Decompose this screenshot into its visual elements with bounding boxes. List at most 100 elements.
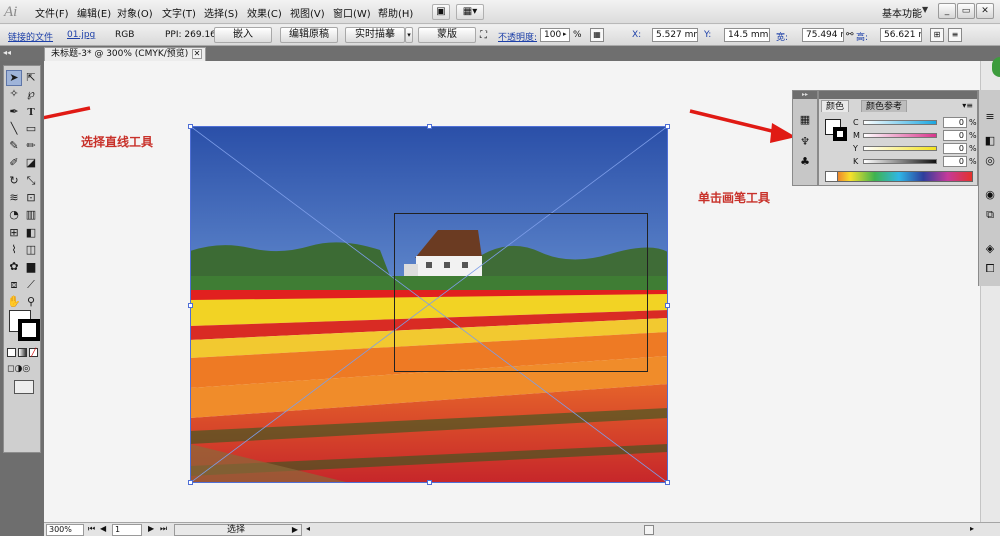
blob-brush-tool-icon[interactable]: ✐ — [6, 155, 22, 171]
x-input[interactable]: 5.527 mm — [652, 28, 698, 42]
minimize-button[interactable]: _ — [938, 3, 956, 19]
warp-tool-icon[interactable]: ≋ — [6, 190, 22, 206]
eyedropper-tool-icon[interactable]: ⌇ — [6, 242, 22, 258]
direct-selection-tool-icon[interactable]: ⇱ — [23, 70, 39, 86]
none-swatch-icon[interactable] — [826, 172, 838, 181]
reference-point-icon[interactable]: ▦ — [590, 28, 604, 42]
menu-view[interactable]: 视图(V) — [290, 5, 325, 20]
color-mode-icon[interactable] — [7, 348, 16, 357]
menu-file[interactable]: 文件(F) — [35, 5, 69, 20]
paintbrush-tool-icon[interactable]: ✎ — [6, 138, 22, 154]
gradient-mode-icon[interactable] — [18, 348, 27, 357]
trace-preset-dropdown[interactable]: ▾ — [405, 27, 413, 43]
transform-icon[interactable]: ⊞ — [930, 28, 944, 42]
live-trace-button[interactable]: 实时描摹 — [345, 27, 405, 43]
stroke-color-swatch[interactable] — [18, 319, 40, 341]
shape-builder-tool-icon[interactable]: ◔ — [6, 207, 22, 223]
next-page-icon[interactable]: ▶ — [148, 524, 154, 533]
chevron-right-icon[interactable]: ▸ — [563, 30, 567, 38]
tab-color[interactable]: 颜色 — [821, 100, 850, 112]
chevron-down-icon[interactable]: ▼ — [922, 5, 928, 14]
constrain-proportions-icon[interactable]: ⚯ — [846, 30, 854, 40]
embed-button[interactable]: 嵌入 — [214, 27, 272, 43]
height-input[interactable]: 56.621 mm — [880, 28, 922, 42]
menu-object[interactable]: 对象(O) — [117, 5, 153, 20]
restore-button[interactable]: ▭ — [957, 3, 975, 19]
yellow-input[interactable]: 0 — [943, 143, 967, 154]
scroll-left-icon[interactable]: ◂ — [306, 524, 310, 533]
magenta-slider[interactable] — [863, 133, 937, 138]
yellow-slider[interactable] — [863, 146, 937, 151]
width-input[interactable]: 75.494 mm — [802, 28, 844, 42]
scale-tool-icon[interactable]: ⤡ — [23, 173, 39, 189]
screen-mode-icon[interactable] — [14, 380, 34, 394]
hand-tool-icon[interactable]: ✋ — [6, 294, 22, 310]
bridge-icon[interactable]: ▣ — [432, 4, 450, 20]
menu-window[interactable]: 窗口(W) — [333, 5, 371, 20]
cyan-input[interactable]: 0 — [943, 117, 967, 128]
black-slider[interactable] — [863, 159, 937, 164]
gradient-tool-icon[interactable]: ◧ — [23, 225, 39, 241]
rectangle-tool-icon[interactable]: ▭ — [23, 121, 39, 137]
horizontal-scroll-thumb[interactable] — [644, 525, 654, 535]
menu-effect[interactable]: 效果(C) — [247, 5, 282, 20]
symbol-sprayer-tool-icon[interactable]: ✿ — [6, 259, 22, 275]
resize-handle-top[interactable] — [427, 124, 432, 129]
panel-menu-icon[interactable]: ≡ — [948, 28, 962, 42]
last-page-icon[interactable]: ⏭ — [160, 524, 167, 534]
cyan-slider[interactable] — [863, 120, 937, 125]
stroke-color-swatch[interactable] — [833, 127, 847, 141]
transparency-panel-icon[interactable]: ◎ — [983, 154, 997, 168]
workspace-switcher[interactable]: 基本功能 — [882, 5, 922, 20]
menu-select[interactable]: 选择(S) — [204, 5, 238, 20]
brushes-icon[interactable]: ♆ — [798, 135, 812, 149]
magenta-input[interactable]: 0 — [943, 130, 967, 141]
appearance-panel-icon[interactable]: ◉ — [983, 188, 997, 202]
mesh-tool-icon[interactable]: ⊞ — [6, 225, 22, 241]
black-input[interactable]: 0 — [943, 156, 967, 167]
graphic-styles-panel-icon[interactable]: ⧉ — [983, 208, 997, 222]
first-page-icon[interactable]: ⏮ — [88, 524, 95, 534]
resize-handle-top-right[interactable] — [665, 124, 670, 129]
scroll-right-icon[interactable]: ▸ — [970, 524, 974, 533]
chevron-right-icon[interactable]: ▶ — [292, 525, 298, 535]
symbols-icon[interactable]: ♣ — [798, 155, 812, 169]
close-button[interactable]: ✕ — [976, 3, 994, 19]
close-icon[interactable]: ✕ — [192, 49, 202, 59]
current-tool-status[interactable]: 选择 ▶ — [174, 524, 302, 536]
slice-tool-icon[interactable]: ⟋ — [23, 277, 39, 293]
y-input[interactable]: 14.5 mm — [724, 28, 770, 42]
collapse-icon[interactable]: ▸▸ — [793, 91, 817, 99]
pencil-tool-icon[interactable]: ✏ — [23, 138, 39, 154]
color-spectrum-bar[interactable] — [825, 171, 973, 182]
mask-button[interactable]: 蒙版 — [418, 27, 476, 43]
perspective-grid-tool-icon[interactable]: ▥ — [23, 207, 39, 223]
pen-tool-icon[interactable]: ✒ — [6, 104, 22, 120]
previous-page-icon[interactable]: ◀ — [100, 524, 106, 533]
swatches-icon[interactable]: ▦ — [798, 113, 812, 127]
magic-wand-tool-icon[interactable]: ✧ — [6, 86, 22, 102]
resize-handle-bottom-left[interactable] — [188, 480, 193, 485]
opacity-label[interactable]: 不透明度: — [498, 30, 537, 43]
linked-file-link[interactable]: 链接的文件 — [8, 30, 53, 43]
free-transform-tool-icon[interactable]: ⊡ — [23, 190, 39, 206]
resize-handle-top-left[interactable] — [188, 124, 193, 129]
gradient-panel-icon[interactable]: ◧ — [983, 134, 997, 148]
resize-handle-right[interactable] — [665, 303, 670, 308]
zoom-level-select[interactable]: 300% — [46, 524, 84, 536]
arrange-documents-icon[interactable]: ▦▾ — [456, 4, 484, 20]
menu-edit[interactable]: 编辑(E) — [77, 5, 111, 20]
line-segment-tool-icon[interactable]: ╲ — [6, 121, 22, 137]
artboard-number-select[interactable]: 1 — [112, 524, 142, 536]
resize-handle-left[interactable] — [188, 303, 193, 308]
selection-tool-icon[interactable]: ➤ — [6, 70, 22, 86]
edit-original-button[interactable]: 编辑原稿 — [280, 27, 338, 43]
resize-handle-bottom-right[interactable] — [665, 480, 670, 485]
column-graph-tool-icon[interactable]: ▆ — [23, 259, 39, 275]
artboards-panel-icon[interactable]: ⧠ — [983, 262, 997, 276]
menu-help[interactable]: 帮助(H) — [378, 5, 413, 20]
blend-tool-icon[interactable]: ◫ — [23, 242, 39, 258]
color-panel-header[interactable] — [819, 91, 977, 99]
stroke-panel-icon[interactable]: ≡ — [983, 110, 997, 124]
layers-panel-icon[interactable]: ◈ — [983, 242, 997, 256]
